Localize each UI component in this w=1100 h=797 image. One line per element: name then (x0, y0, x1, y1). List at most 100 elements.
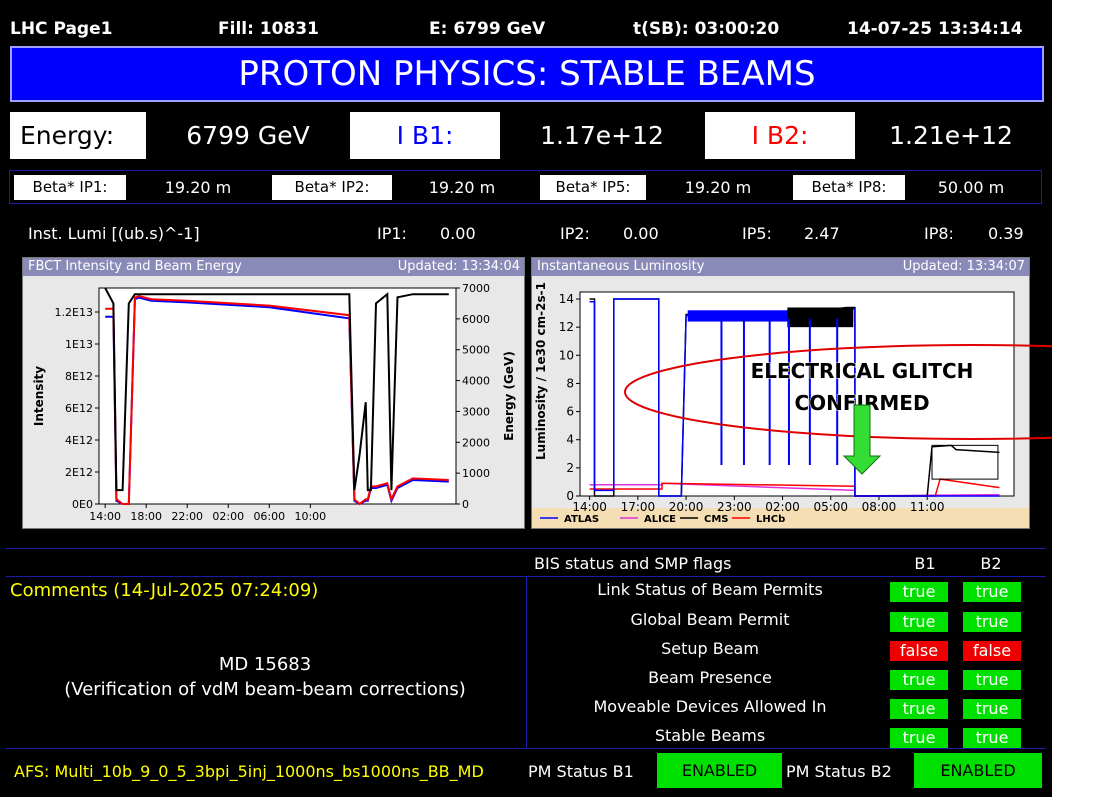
fbct-ytick-label: 6E12 (65, 402, 93, 415)
bis-flag-b1: true (890, 699, 948, 719)
fbct-chart: 0E02E124E126E128E121E131.2E1301000200030… (32, 282, 516, 523)
comment-line2: (Verification of vdM beam-beam correctio… (64, 679, 466, 700)
lumi-xtick-label: 17:00 (621, 500, 656, 514)
bis-flag-b2: true (963, 670, 1021, 690)
fbct-y2tick-label: 0 (462, 498, 469, 511)
lumi-xtick-label: 08:00 (862, 500, 897, 514)
lumi-ytick-label: 6 (566, 405, 574, 419)
energy-value: 6799 GeV (150, 112, 346, 159)
bis-flag-b2: true (963, 612, 1021, 632)
lumi-xtick-label: 20:00 (669, 500, 704, 514)
bis-flag-b2: false (963, 641, 1021, 661)
beta-ip1-label: Beta* IP1: (14, 175, 126, 200)
bis-col-b2: B2 (980, 554, 1002, 573)
glitch-annotation: ELECTRICAL GLITCH CONFIRMED (624, 344, 1052, 475)
lumi-ytick-label: 2 (566, 461, 574, 475)
fbct-y2tick-label: 3000 (462, 405, 490, 418)
annotation-text-line1: ELECTRICAL GLITCH (751, 359, 974, 383)
datetime: 14-07-25 13:34:14 (847, 19, 1023, 39)
fbct-y2tick-label: 7000 (462, 282, 490, 295)
beta-ip5-label: Beta* IP5: (540, 175, 646, 200)
fbct-ytick-label: 1.2E13 (55, 306, 93, 319)
cms-dense-band (787, 307, 854, 328)
ip8-lumi-value: 0.39 (988, 224, 1024, 243)
legend-label-lhcb: LHCb (756, 514, 785, 525)
fbct-plot-area (98, 287, 457, 505)
ip2-lumi-label: IP2: (560, 224, 590, 243)
lumi-xtick-label: 14:00 (572, 500, 607, 514)
ib1-value: 1.17e+12 (502, 112, 702, 159)
bis-flag-b1: true (890, 670, 948, 690)
beta-ip5-value: 19.20 m (684, 178, 752, 197)
fbct-xtick-label: 06:00 (253, 510, 285, 523)
legend-label-alice: ALICE (644, 514, 676, 525)
bis-row-label: Link Status of Beam Permits (597, 580, 823, 599)
bis-flag-b1: false (890, 641, 948, 661)
bis-flag-b1: true (890, 582, 948, 602)
divider (526, 576, 527, 748)
lumi-ytick-label: 4 (566, 433, 574, 447)
header-bar: LHC Page1 Fill: 10831 E: 6799 GeV t(SB):… (6, 16, 1046, 44)
pm-status-b2-value: ENABLED (914, 753, 1042, 788)
energy-label: Energy: (10, 112, 146, 159)
fbct-xtick-label: 18:00 (130, 510, 162, 523)
fbct-ytick-label: 1E13 (65, 338, 93, 351)
bis-flag-b2: true (963, 728, 1021, 748)
lumi-xtick-label: 11:00 (910, 500, 945, 514)
comments-header: Comments (14-Jul-2025 07:24:09) (10, 580, 319, 601)
fbct-ytick-label: 4E12 (65, 434, 93, 447)
machine-mode-banner: PROTON PHYSICS: STABLE BEAMS (10, 46, 1044, 102)
fbct-y2tick-label: 2000 (462, 436, 490, 449)
lumi-ytick-label: 12 (559, 320, 574, 334)
lumi-ytick-label: 10 (559, 348, 574, 362)
fbct-xtick-label: 14:00 (89, 510, 121, 523)
fbct-ytick-label: 2E12 (65, 466, 93, 479)
ip2-lumi-value: 0.00 (623, 224, 659, 243)
ip5-lumi-value: 2.47 (804, 224, 840, 243)
fill-number: Fill: 10831 (218, 19, 319, 39)
comment-text: MD 15683 (Verification of vdM beam-beam … (10, 652, 520, 702)
fbct-intensity-panel: FBCT Intensity and Beam Energy Updated: … (22, 257, 525, 529)
lhc-page1-screen: LHC Page1 Fill: 10831 E: 6799 GeV t(SB):… (0, 0, 1052, 797)
page-name: LHC Page1 (10, 19, 113, 39)
fbct-xtick-label: 02:00 (212, 510, 244, 523)
divider (6, 548, 1046, 549)
bis-row-label: Stable Beams (654, 726, 766, 745)
bis-flag-b1: true (890, 728, 948, 748)
lumi-xtick-label: 05:00 (813, 500, 848, 514)
ip5-lumi-label: IP5: (742, 224, 772, 243)
bis-row-label: Setup Beam (661, 639, 759, 658)
bis-flag-b2: true (963, 699, 1021, 719)
comment-line1: MD 15683 (218, 654, 312, 675)
fbct-xtick-label: 22:00 (171, 510, 203, 523)
bis-row-label: Moveable Devices Allowed In (593, 697, 827, 716)
beta-ip8-label: Beta* IP8: (793, 175, 905, 200)
time-in-stable-beams: t(SB): 03:00:20 (633, 19, 780, 39)
fbct-panel-updated: Updated: 13:34:04 (397, 259, 520, 274)
lumi-panel-titlebar: Instantaneous Luminosity Updated: 13:34:… (532, 258, 1029, 276)
ib2-label: I B2: (705, 112, 855, 159)
bis-row-label: Global Beam Permit (630, 610, 790, 629)
fbct-y2tick-label: 4000 (462, 375, 490, 388)
bis-title: BIS status and SMP flags (534, 554, 732, 573)
fbct-ytick-label: 8E12 (65, 370, 93, 383)
down-arrow-icon (842, 404, 882, 475)
beam-energy-readout: E: 6799 GeV (429, 19, 546, 39)
pm-status-b2-label: PM Status B2 (786, 762, 892, 781)
ip1-lumi-label: IP1: (377, 224, 407, 243)
lumi-ytick-label: 8 (566, 376, 574, 390)
bis-row-label: Beam Presence (648, 668, 772, 687)
lumi-ytick-label: 14 (559, 292, 574, 306)
afs-filling-scheme: AFS: Multi_10b_9_0_5_3bpi_5inj_1000ns_bs… (14, 762, 484, 781)
ib2-value: 1.21e+12 (858, 112, 1044, 159)
beta-ip8-value: 50.00 m (937, 178, 1005, 197)
lumi-y-axis-label: Luminosity / 1e30 cm-2s-1 (534, 282, 548, 460)
fbct-y2tick-label: 6000 (462, 313, 490, 326)
pm-status-b1-value: ENABLED (657, 753, 782, 788)
bis-flag-b1: true (890, 612, 948, 632)
ip8-lumi-label: IP8: (924, 224, 954, 243)
fbct-panel-title: FBCT Intensity and Beam Energy (28, 259, 242, 274)
beta-ip2-value: 19.20 m (428, 178, 496, 197)
lumi-panel-updated: Updated: 13:34:07 (902, 259, 1025, 274)
fbct-xtick-label: 10:00 (294, 510, 326, 523)
